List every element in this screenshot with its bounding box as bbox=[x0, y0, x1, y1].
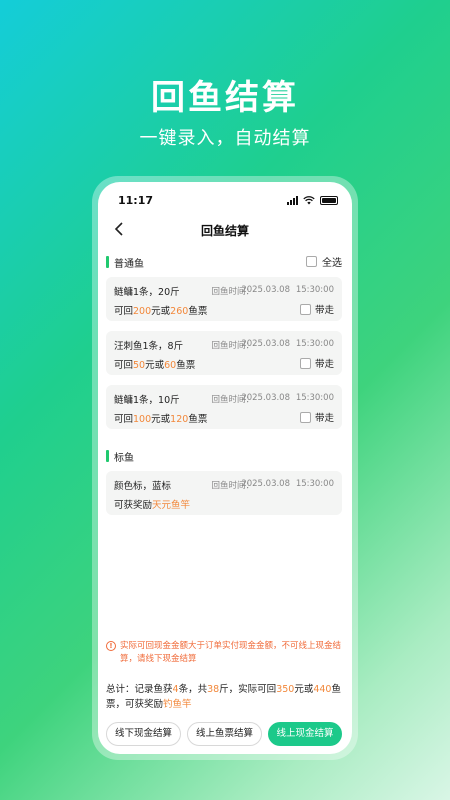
offline-cash-settle-button[interactable]: 线下现金结算 bbox=[106, 722, 181, 746]
fish-card-date: 2025.03.08 bbox=[241, 393, 290, 403]
phone-screen: 11:17 回鱼结算 普通鱼 全选 鲢鳙1条，20斤 回鱼时间： 2025.03… bbox=[98, 182, 352, 754]
fish-card: 汪刺鱼1条，8斤 回鱼时间： 2025.03.08 15:30:00 可回50元… bbox=[106, 331, 342, 375]
carry-away-toggle[interactable]: 带走 bbox=[299, 356, 334, 370]
status-time: 11:17 bbox=[118, 194, 154, 207]
section-tagged-label: 标鱼 bbox=[114, 453, 134, 464]
signal-icon bbox=[287, 196, 298, 205]
online-cash-settle-button[interactable]: 线上现金结算 bbox=[268, 722, 342, 746]
settlement-summary: 总计：记录鱼获4条，共38斤，实际可回350元或440鱼票，可获奖励钓鱼竿 bbox=[106, 684, 341, 710]
fish-card-name: 汪刺鱼1条，8斤 bbox=[114, 341, 184, 352]
section-accent-bar bbox=[106, 450, 109, 462]
nav-bar: 回鱼结算 bbox=[98, 218, 352, 242]
fish-card: 鲢鳙1条，10斤 回鱼时间： 2025.03.08 15:30:00 可回100… bbox=[106, 385, 342, 429]
settlement-warning: ! 实际可回现金金额大于订单实付现金金额，不可线上现金结算，请线下现金结算 bbox=[106, 640, 346, 666]
battery-icon bbox=[320, 196, 338, 205]
select-all-label: 全选 bbox=[322, 258, 342, 269]
fish-card: 鲢鳙1条，20斤 回鱼时间： 2025.03.08 15:30:00 可回200… bbox=[106, 277, 342, 321]
select-all-toggle[interactable]: 全选 bbox=[306, 254, 342, 269]
fish-card-return: 可回50元或60鱼票 bbox=[114, 360, 196, 371]
tag-card-time: 15:30:00 bbox=[295, 479, 334, 489]
hero-subtitle: 一键录入，自动结算 bbox=[139, 128, 311, 149]
status-bar: 11:17 bbox=[98, 194, 352, 210]
fish-card-return: 可回100元或120鱼票 bbox=[114, 414, 208, 425]
carry-away-toggle[interactable]: 带走 bbox=[299, 302, 334, 316]
fish-card-name: 鲢鳙1条，20斤 bbox=[114, 287, 180, 298]
carry-away-checkbox[interactable] bbox=[299, 303, 311, 315]
status-icons bbox=[287, 196, 338, 205]
tag-fish-card: 颜色标，蓝标 回鱼时间： 2025.03.08 15:30:00 可获奖励天元鱼… bbox=[106, 471, 342, 515]
tag-card-name: 颜色标，蓝标 bbox=[114, 481, 172, 492]
online-ticket-settle-button[interactable]: 线上鱼票结算 bbox=[187, 722, 262, 746]
phone-frame: 11:17 回鱼结算 普通鱼 全选 鲢鳙1条，20斤 回鱼时间： 2025.03… bbox=[92, 176, 358, 760]
fish-card-date: 2025.03.08 bbox=[241, 285, 290, 295]
nav-title: 回鱼结算 bbox=[200, 224, 249, 238]
section-accent-bar bbox=[106, 256, 109, 268]
warning-text: 实际可回现金金额大于订单实付现金金额，不可线上现金结算，请线下现金结算 bbox=[120, 641, 342, 664]
fish-card-time: 15:30:00 bbox=[295, 285, 334, 295]
section-common-header: 普通鱼 全选 bbox=[106, 254, 348, 270]
tag-card-date: 2025.03.08 bbox=[241, 479, 290, 489]
tag-card-reward: 可获奖励天元鱼竿 bbox=[114, 500, 191, 511]
fish-card-name: 鲢鳙1条，10斤 bbox=[114, 395, 180, 406]
section-tagged-header: 标鱼 bbox=[106, 448, 348, 464]
fish-card-return: 可回200元或260鱼票 bbox=[114, 306, 208, 317]
carry-away-checkbox[interactable] bbox=[299, 357, 311, 369]
fish-card-time: 15:30:00 bbox=[295, 393, 334, 403]
carry-away-checkbox[interactable] bbox=[299, 411, 311, 423]
hero-title: 回鱼结算 bbox=[151, 78, 299, 118]
warning-icon: ! bbox=[106, 641, 116, 651]
section-common-label: 普通鱼 bbox=[114, 259, 144, 270]
wifi-icon bbox=[303, 196, 315, 205]
fish-card-time: 15:30:00 bbox=[295, 339, 334, 349]
carry-away-toggle[interactable]: 带走 bbox=[299, 410, 334, 424]
select-all-checkbox[interactable] bbox=[306, 256, 317, 267]
fish-card-date: 2025.03.08 bbox=[241, 339, 290, 349]
